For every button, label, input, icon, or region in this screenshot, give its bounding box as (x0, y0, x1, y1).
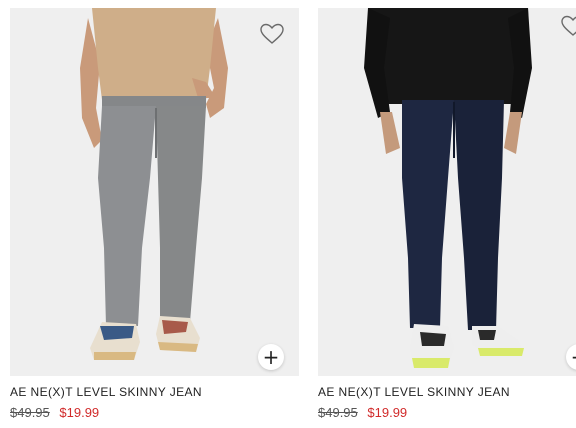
product-prices: $49.95 $19.99 (10, 405, 99, 420)
product-image[interactable]: + (318, 8, 576, 376)
sale-price: $19.99 (367, 405, 408, 420)
model-illustration (364, 8, 532, 368)
product-prices: $49.95 $19.99 (318, 405, 407, 420)
product-image[interactable]: + (10, 8, 299, 376)
product-name[interactable]: AE NE(X)T LEVEL SKINNY JEAN (10, 385, 202, 399)
wishlist-heart-icon[interactable] (560, 14, 576, 38)
original-price: $49.95 (318, 405, 358, 420)
quick-add-plus-icon[interactable]: + (258, 344, 284, 370)
wishlist-heart-icon[interactable] (259, 22, 285, 46)
product-name[interactable]: AE NE(X)T LEVEL SKINNY JEAN (318, 385, 510, 399)
sale-price: $19.99 (59, 405, 100, 420)
model-illustration (80, 8, 228, 360)
original-price: $49.95 (10, 405, 50, 420)
